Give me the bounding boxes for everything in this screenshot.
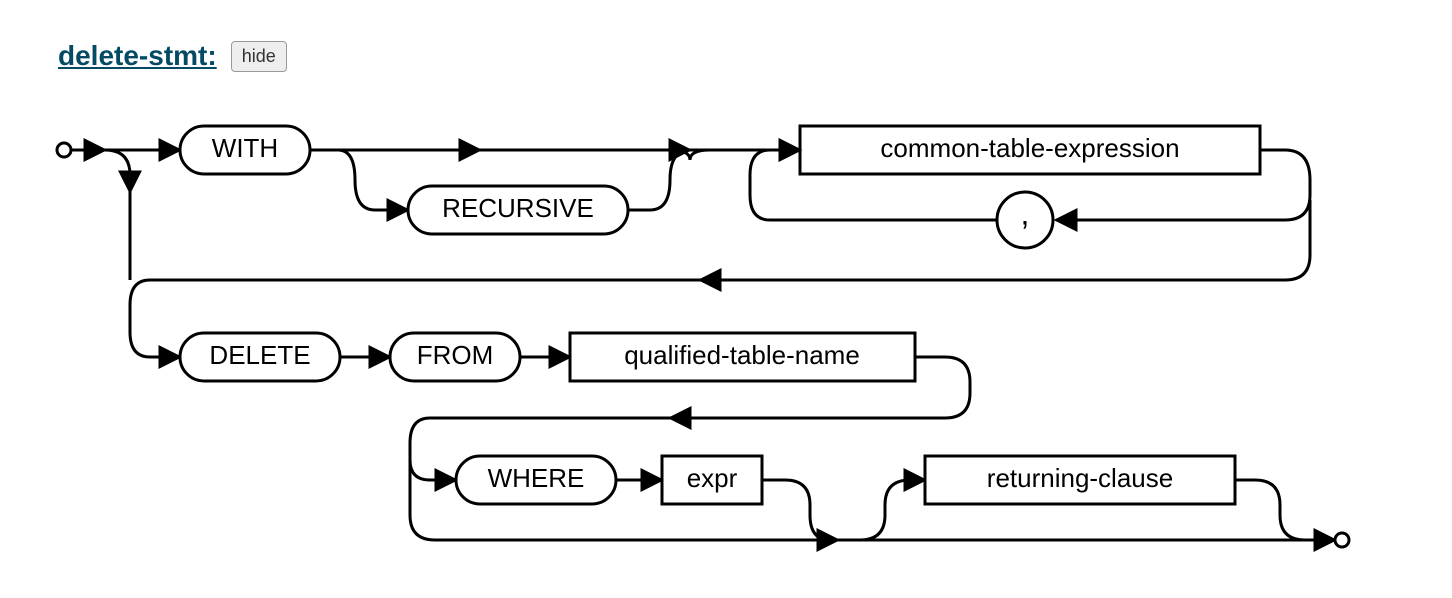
label-where: WHERE xyxy=(488,463,585,493)
rail xyxy=(1235,480,1335,540)
label-with: WITH xyxy=(212,133,278,163)
rail xyxy=(105,150,130,192)
label-delete: DELETE xyxy=(209,340,310,370)
rail xyxy=(338,150,408,210)
end-terminal xyxy=(1335,533,1349,547)
rule-title-link[interactable]: delete-stmt: xyxy=(58,40,217,72)
label-from: FROM xyxy=(417,340,494,370)
label-cte: common-table-expression xyxy=(880,133,1179,163)
rail xyxy=(628,150,690,210)
label-returning: returning-clause xyxy=(987,463,1173,493)
label-qtn: qualified-table-name xyxy=(624,340,860,370)
start-terminal xyxy=(57,143,71,157)
label-comma: , xyxy=(1021,195,1030,231)
label-expr: expr xyxy=(687,463,738,493)
rail xyxy=(762,480,830,540)
hide-button[interactable]: hide xyxy=(231,41,287,72)
rail xyxy=(830,480,925,540)
label-recursive: RECURSIVE xyxy=(442,193,594,223)
syntax-diagram: WITH RECURSIVE common-table-expression ,… xyxy=(50,120,1410,590)
